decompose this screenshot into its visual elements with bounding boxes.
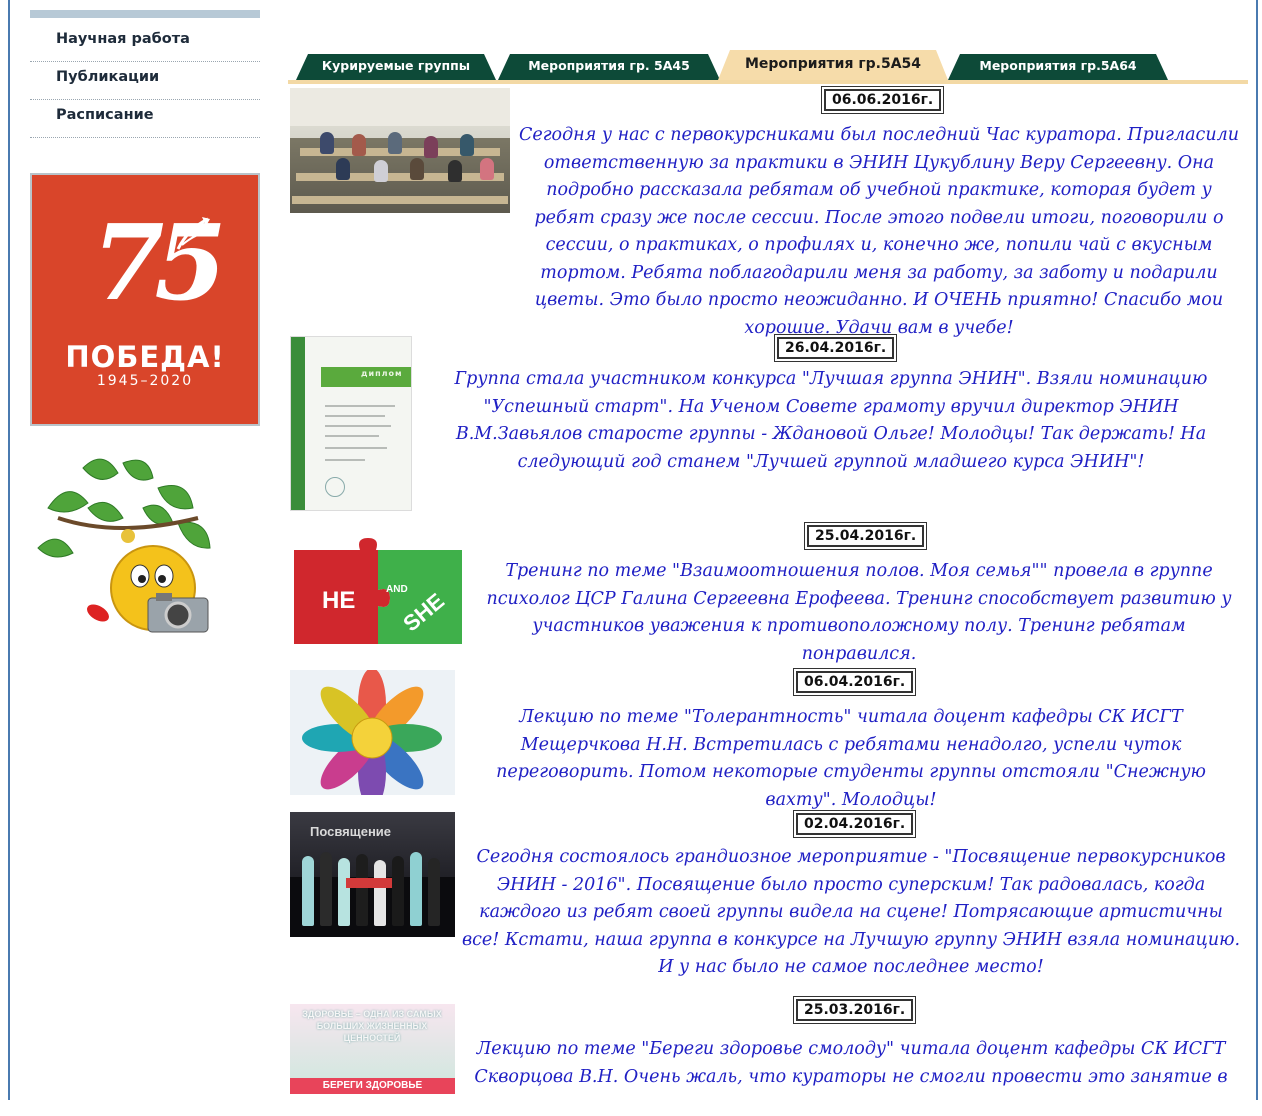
post-text: Лекцию по теме "Береги здоровье смолоду"… bbox=[474, 1039, 1228, 1087]
classroom-photo[interactable] bbox=[290, 88, 510, 213]
post-date: 06.04.2016г. bbox=[793, 668, 917, 696]
post-text: Тренинг по теме "Взаимоотношения полов. … bbox=[486, 561, 1232, 664]
sidebar-top-bar bbox=[30, 10, 260, 18]
nav-item-research[interactable]: Научная работа bbox=[30, 24, 260, 62]
news-post: 06.04.2016г. Лекцию по теме "Толерантнос… bbox=[288, 668, 1248, 810]
diploma-image[interactable]: диплом bbox=[290, 336, 412, 511]
puzzle-he: HE bbox=[322, 587, 355, 614]
post-text: Группа стала участником конкурса "Лучшая… bbox=[454, 369, 1208, 472]
he-and-she-puzzle-image[interactable]: HE AND SHE bbox=[290, 532, 465, 657]
tab-events-5a45[interactable]: Мероприятия гр. 5А45 bbox=[498, 54, 720, 80]
victory-75-banner[interactable]: 75 ПОБЕДА! 1945–2020 bbox=[30, 173, 260, 426]
smiley-camera-icon bbox=[37, 458, 211, 633]
post-text: Лекцию по теме "Толерантность" читала до… bbox=[496, 707, 1206, 810]
post-date: 25.03.2016г. bbox=[793, 996, 917, 1024]
news-post: HE AND SHE 25.04.2016г. Тренинг по теме … bbox=[288, 520, 1248, 664]
post-date: 26.04.2016г. bbox=[774, 334, 898, 362]
news-post: Посвящение 02.04.2016г. Сегодня состояло… bbox=[288, 810, 1248, 990]
tab-bar: Курируемые группы Мероприятия гр. 5А45 М… bbox=[288, 50, 1248, 84]
post-date: 02.04.2016г. bbox=[793, 810, 917, 838]
post-text: Сегодня состоялось грандиозное мероприят… bbox=[461, 847, 1241, 977]
nav-item-publications[interactable]: Публикации bbox=[30, 62, 260, 100]
news-post: ЗДОРОВЬЕ – ОДНА ИЗ САМЫХ БОЛЬШИХ ЖИЗНЕНН… bbox=[288, 996, 1248, 1116]
tolerance-flower-image[interactable] bbox=[290, 670, 455, 795]
tab-events-5a54[interactable]: Мероприятия гр.5А54 bbox=[718, 50, 948, 80]
firework-icon bbox=[176, 217, 210, 250]
puzzle-and: AND bbox=[386, 584, 408, 595]
banner-word: ПОБЕДА! bbox=[65, 340, 225, 374]
post-text: Сегодня у нас с первокурсниками был посл… bbox=[518, 125, 1240, 338]
news-post: диплом 26.04.2016г. Группа стала участни… bbox=[288, 334, 1248, 514]
news-post: 06.06.2016г. Сегодня у нас с первокурсни… bbox=[288, 86, 1248, 338]
tab-events-5a64[interactable]: Мероприятия гр.5А64 bbox=[948, 54, 1168, 80]
nav-item-schedule[interactable]: Расписание bbox=[30, 100, 260, 138]
banner-years: 1945–2020 bbox=[96, 373, 194, 389]
health-poster-image[interactable]: ЗДОРОВЬЕ – ОДНА ИЗ САМЫХ БОЛЬШИХ ЖИЗНЕНН… bbox=[290, 1004, 455, 1094]
post-date: 25.04.2016г. bbox=[804, 522, 928, 550]
post-date: 06.06.2016г. bbox=[821, 86, 945, 114]
sidebar-nav: Научная работа Публикации Расписание bbox=[30, 24, 260, 138]
initiation-event-photo[interactable]: Посвящение bbox=[290, 812, 455, 937]
tab-curated-groups[interactable]: Курируемые группы bbox=[296, 54, 496, 80]
